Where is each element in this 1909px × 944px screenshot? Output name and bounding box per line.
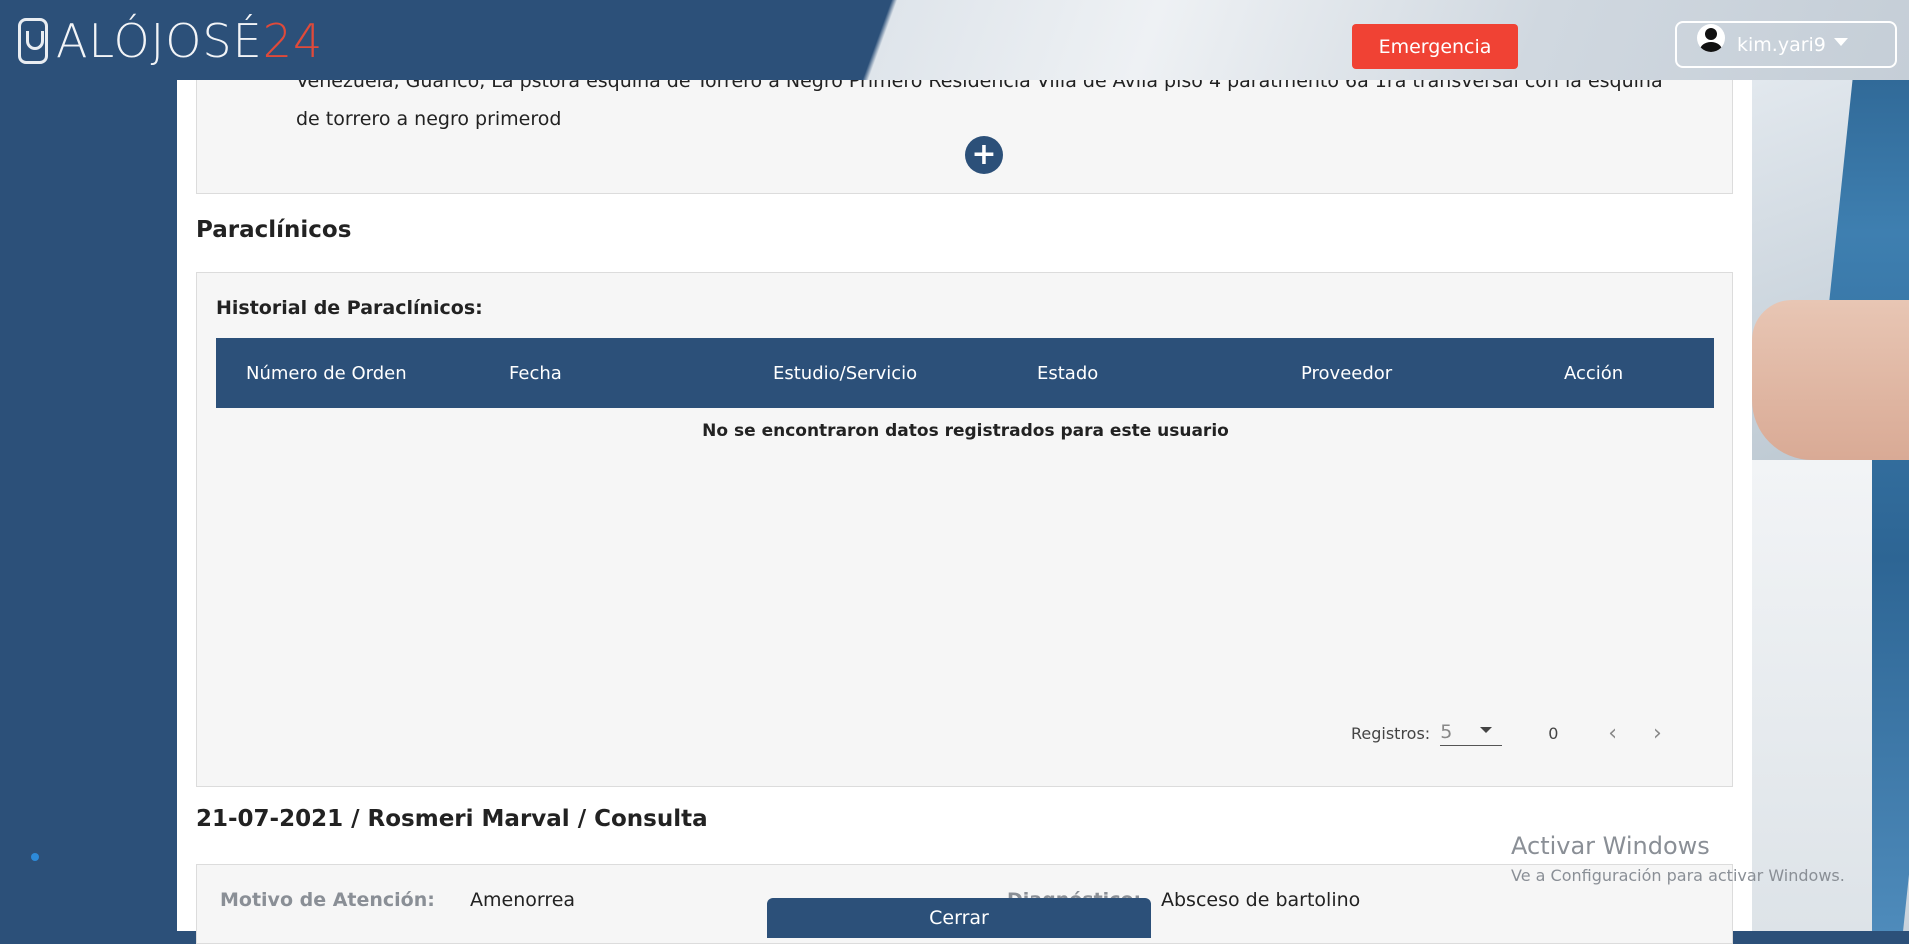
- paraclinicos-title: Paraclínicos: [196, 217, 352, 243]
- page-size-label: Registros:: [1351, 724, 1431, 743]
- motivo-value: Amenorrea: [470, 889, 576, 911]
- chevron-right-icon[interactable]: ›: [1653, 721, 1662, 746]
- page-size-value: 5: [1440, 721, 1453, 743]
- consulta-title: 21-07-2021 / Rosmeri Marval / Consulta: [196, 806, 708, 832]
- add-circle-icon[interactable]: +: [965, 136, 1003, 174]
- close-button[interactable]: Cerrar: [767, 898, 1151, 938]
- chevron-left-icon[interactable]: ‹: [1608, 721, 1617, 746]
- column-header[interactable]: Estudio/Servicio: [773, 363, 917, 384]
- record-count: 0: [1548, 724, 1559, 743]
- column-header[interactable]: Fecha: [509, 363, 562, 384]
- sidebar-indicator: [31, 853, 39, 861]
- empty-table-message: No se encontraron datos registrados para…: [702, 421, 1229, 441]
- historial-subtitle: Historial de Paraclínicos:: [216, 297, 483, 319]
- watermark-line1: Activar Windows: [1511, 832, 1710, 860]
- background-photo: [1752, 0, 1909, 931]
- column-header[interactable]: Acción: [1564, 363, 1623, 384]
- windows-activation-watermark: Activar Windows Ve a Configuración para …: [1511, 832, 1845, 885]
- username-label: kim.yari9: [1737, 33, 1826, 56]
- table-header: Número de Orden Fecha Estudio/Servicio E…: [216, 338, 1714, 408]
- column-header[interactable]: Proveedor: [1301, 363, 1392, 384]
- emergency-button[interactable]: Emergencia: [1352, 24, 1518, 69]
- address-card: Venezuela, Guárico, La pstora esquina de…: [196, 70, 1733, 194]
- column-header[interactable]: Estado: [1037, 363, 1098, 384]
- page-size-select[interactable]: 5: [1440, 721, 1503, 746]
- user-menu-dropdown[interactable]: kim.yari9: [1675, 21, 1897, 68]
- paraclinicos-card: Historial de Paraclínicos: Número de Ord…: [196, 272, 1733, 787]
- caret-down-icon: [1833, 37, 1848, 46]
- top-header: ALÓJOSÉ24 Emergencia kim.yari9: [0, 0, 1909, 80]
- column-header[interactable]: Número de Orden: [246, 363, 407, 384]
- watermark-line2: Ve a Configuración para activar Windows.: [1511, 866, 1845, 885]
- pagination: Registros: 5 0 ‹ ›: [1351, 721, 1662, 746]
- motivo-label: Motivo de Atención:: [220, 889, 435, 911]
- diagnostico-value: Absceso de bartolino: [1161, 889, 1361, 911]
- caret-down-icon: [1480, 727, 1493, 733]
- main-panel: Venezuela, Guárico, La pstora esquina de…: [177, 70, 1752, 944]
- user-avatar-icon: [1697, 23, 1725, 52]
- logo-text: ALÓJOSÉ24: [56, 14, 324, 68]
- photo-arm: [1752, 300, 1909, 460]
- app-logo[interactable]: ALÓJOSÉ24: [18, 14, 323, 68]
- stethoscope-icon: [18, 18, 48, 64]
